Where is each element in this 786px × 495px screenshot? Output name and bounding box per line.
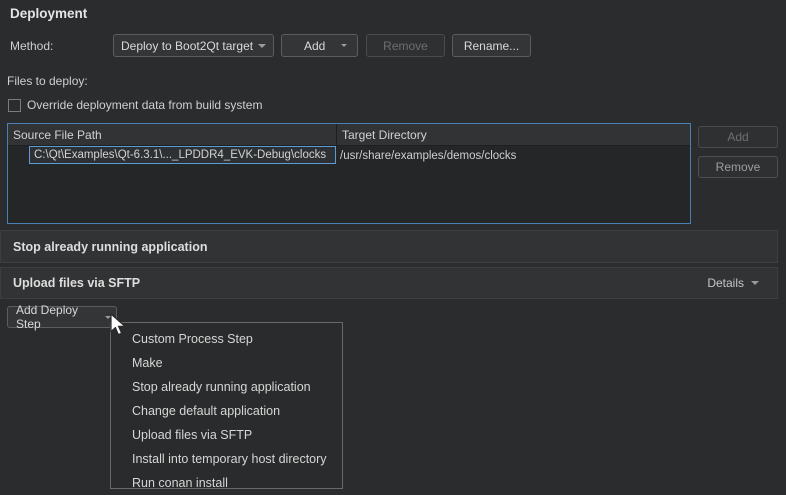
menu-item-make[interactable]: Make bbox=[111, 351, 342, 375]
deployment-settings-pane: { "header": { "title": "Deployment" }, "… bbox=[0, 0, 786, 489]
add-deploy-step-button[interactable]: Add Deploy Step bbox=[7, 306, 117, 328]
menu-item-stop-already-running-application[interactable]: Stop already running application bbox=[111, 375, 342, 399]
details-toggle[interactable]: Details bbox=[707, 276, 759, 290]
menu-item-run-conan-install[interactable]: Run conan install bbox=[111, 471, 342, 495]
override-deployment-label[interactable]: Override deployment data from build syst… bbox=[27, 98, 262, 112]
table-remove-label: Remove bbox=[716, 160, 761, 174]
chevron-down-icon bbox=[751, 281, 759, 285]
table-add-button[interactable]: Add bbox=[698, 126, 778, 148]
method-add-label: Add bbox=[304, 39, 325, 53]
step-title: Upload files via SFTP bbox=[13, 276, 140, 290]
method-select[interactable]: Deploy to Boot2Qt target bbox=[113, 34, 274, 57]
menu-item-upload-files-via-sftp[interactable]: Upload files via SFTP bbox=[111, 423, 342, 447]
table-row[interactable]: C:\Qt\Examples\Qt-6.3.1\..._LPDDR4_EVK-D… bbox=[8, 146, 690, 164]
table-remove-button[interactable]: Remove bbox=[698, 156, 778, 178]
method-select-value: Deploy to Boot2Qt target bbox=[121, 39, 253, 53]
step-stop-running-application-bar[interactable]: Stop already running application bbox=[0, 230, 778, 263]
method-remove-label: Remove bbox=[383, 39, 428, 53]
add-deploy-step-label: Add Deploy Step bbox=[16, 303, 105, 331]
table-add-label: Add bbox=[727, 130, 748, 144]
deploy-files-table[interactable]: Source File Path Target Directory C:\Qt\… bbox=[7, 123, 691, 224]
menu-item-install-into-temporary-host-directory[interactable]: Install into temporary host directory bbox=[111, 447, 342, 471]
files-to-deploy-label: Files to deploy: bbox=[7, 74, 88, 88]
page-title: Deployment bbox=[10, 6, 87, 21]
chevron-down-icon bbox=[105, 316, 111, 319]
override-deployment-checkbox[interactable] bbox=[8, 99, 21, 112]
chevron-down-icon bbox=[341, 44, 347, 47]
method-label: Method: bbox=[10, 39, 53, 53]
menu-item-change-default-application[interactable]: Change default application bbox=[111, 399, 342, 423]
add-deploy-step-menu: Custom Process Step Make Stop already ru… bbox=[110, 322, 343, 489]
column-header-target[interactable]: Target Directory bbox=[336, 124, 690, 145]
step-upload-files-sftp-bar[interactable]: Upload files via SFTP Details bbox=[0, 267, 778, 299]
chevron-down-icon bbox=[258, 44, 266, 48]
table-header-row: Source File Path Target Directory bbox=[8, 124, 690, 146]
menu-item-custom-process-step[interactable]: Custom Process Step bbox=[111, 327, 342, 351]
step-title: Stop already running application bbox=[13, 240, 207, 254]
method-add-button[interactable]: Add bbox=[281, 34, 358, 57]
column-header-source[interactable]: Source File Path bbox=[8, 124, 336, 145]
target-directory-cell[interactable]: /usr/share/examples/demos/clocks bbox=[340, 147, 516, 164]
method-rename-label: Rename... bbox=[464, 39, 519, 53]
method-rename-button[interactable]: Rename... bbox=[452, 34, 531, 57]
details-label: Details bbox=[707, 276, 744, 290]
method-remove-button[interactable]: Remove bbox=[366, 34, 445, 57]
source-path-cell[interactable]: C:\Qt\Examples\Qt-6.3.1\..._LPDDR4_EVK-D… bbox=[29, 146, 336, 164]
